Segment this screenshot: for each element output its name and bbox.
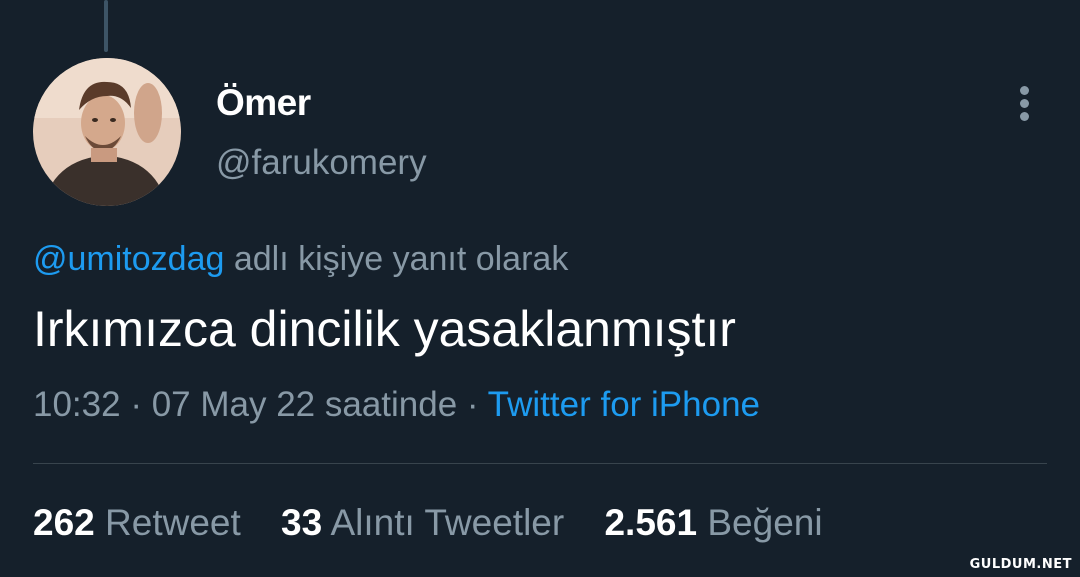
stat-count: 262 — [33, 502, 95, 543]
stat-retweets[interactable]: 262 Retweet — [33, 502, 241, 544]
meta-separator: · — [457, 385, 488, 424]
more-dot — [1020, 112, 1029, 121]
stat-label: Retweet — [105, 502, 241, 543]
tweet-text: Irkımızca dincilik yasaklanmıştır — [33, 301, 736, 357]
user-handle[interactable]: @farukomery — [216, 143, 427, 183]
avatar-image — [33, 58, 181, 206]
stat-count: 2.561 — [604, 502, 698, 543]
tweet-stats: 262 Retweet 33 Alıntı Tweetler 2.561 Beğ… — [33, 502, 853, 544]
tweet-date[interactable]: 07 May 22 saatinde — [152, 385, 457, 424]
reply-context-text: adlı kişiye yanıt olarak — [224, 240, 569, 278]
stat-label: Alıntı Tweetler — [330, 502, 565, 543]
tweet-time[interactable]: 10:32 — [33, 385, 121, 424]
divider — [33, 463, 1047, 464]
more-vertical-icon[interactable] — [1010, 84, 1040, 124]
thread-connector-line — [104, 0, 108, 52]
stat-count: 33 — [281, 502, 323, 543]
reply-mention-link[interactable]: @umitozdag — [33, 240, 224, 278]
tweet-source-link[interactable]: Twitter for iPhone — [488, 385, 760, 424]
more-dot — [1020, 86, 1029, 95]
stat-label: Beğeni — [707, 502, 823, 543]
watermark: GULDUM.NET — [969, 557, 1072, 572]
stat-quote-tweets[interactable]: 33 Alıntı Tweetler — [281, 502, 564, 544]
reply-context: @umitozdag adlı kişiye yanıt olarak — [33, 240, 568, 279]
meta-separator: · — [120, 385, 152, 424]
more-dot — [1020, 99, 1029, 108]
avatar[interactable] — [33, 58, 181, 206]
stat-likes[interactable]: 2.561 Beğeni — [604, 502, 822, 544]
display-name[interactable]: Ömer — [216, 82, 311, 124]
tweet-meta: 10:32 · 07 May 22 saatinde · Twitter for… — [33, 385, 760, 425]
